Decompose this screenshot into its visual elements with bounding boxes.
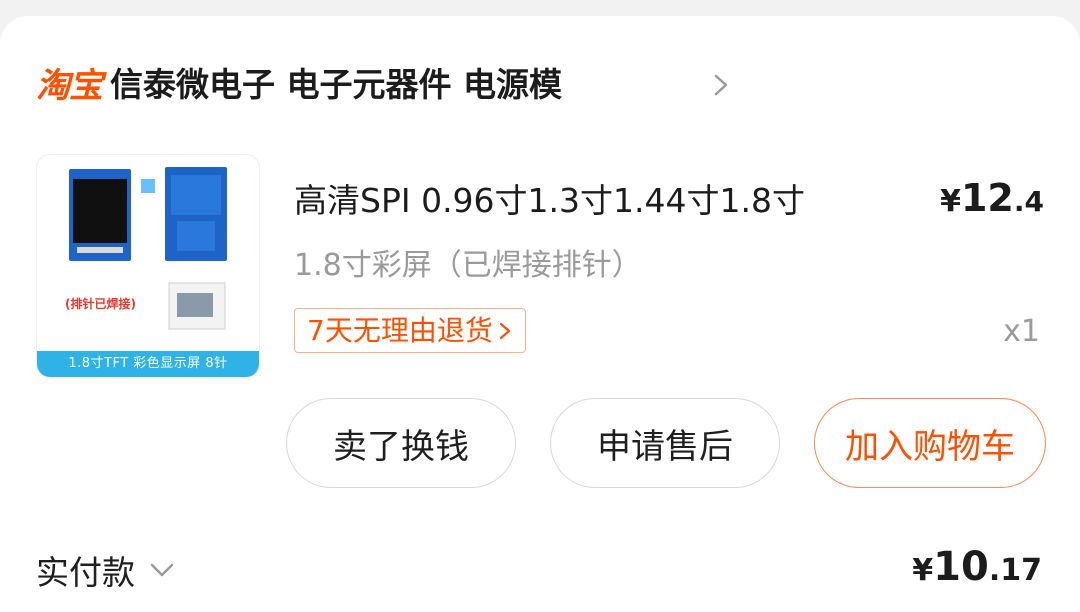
product-image[interactable]: (排针已焊接) 1.8寸TFT 彩色显示屏 8针 [36, 154, 260, 378]
paid-amount-toggle[interactable]: 实付款 [36, 546, 177, 594]
tft-module-illustration [69, 167, 227, 330]
paid-integer: 10 [933, 544, 989, 590]
image-tag: (排针已焊接) [65, 297, 136, 311]
product-price: ¥12.4 [940, 176, 1044, 220]
return-policy-label: 7天无理由退货 [307, 313, 493, 347]
chevron-right-icon[interactable] [706, 70, 736, 100]
image-caption: 1.8寸TFT 彩色显示屏 8针 [37, 351, 259, 377]
price-decimal: .4 [1013, 185, 1044, 218]
chevron-right-small-icon [499, 322, 510, 339]
taobao-logo: 淘宝 [36, 65, 103, 106]
paid-label: 实付款 [36, 553, 135, 592]
chevron-down-icon [150, 563, 174, 577]
paid-currency: ¥ [912, 553, 934, 588]
price-integer: 12 [960, 176, 1014, 220]
price-currency: ¥ [940, 184, 961, 219]
shop-header[interactable]: 淘宝 信泰微电子 电子元器件 电源模 [36, 54, 562, 110]
product-quantity: x1 [1003, 314, 1040, 349]
return-policy-badge[interactable]: 7天无理由退货 [294, 308, 526, 353]
shop-name[interactable]: 信泰微电子 电子元器件 电源模 [110, 58, 562, 106]
sell-button[interactable]: 卖了换钱 [286, 398, 516, 488]
add-to-cart-button[interactable]: 加入购物车 [814, 398, 1046, 488]
paid-amount: ¥10.17 [912, 544, 1042, 590]
product-sku: 1.8寸彩屏（已焊接排针） [294, 248, 642, 283]
paid-decimal: .17 [988, 553, 1042, 588]
product-title[interactable]: 高清SPI 0.96寸1.3寸1.44寸1.8寸 [294, 174, 805, 222]
after-sale-button[interactable]: 申请售后 [550, 398, 780, 488]
order-item-card: 淘宝 信泰微电子 电子元器件 电源模 (排针已焊接) 1.8寸TFT 彩色显示屏… [0, 16, 1080, 612]
